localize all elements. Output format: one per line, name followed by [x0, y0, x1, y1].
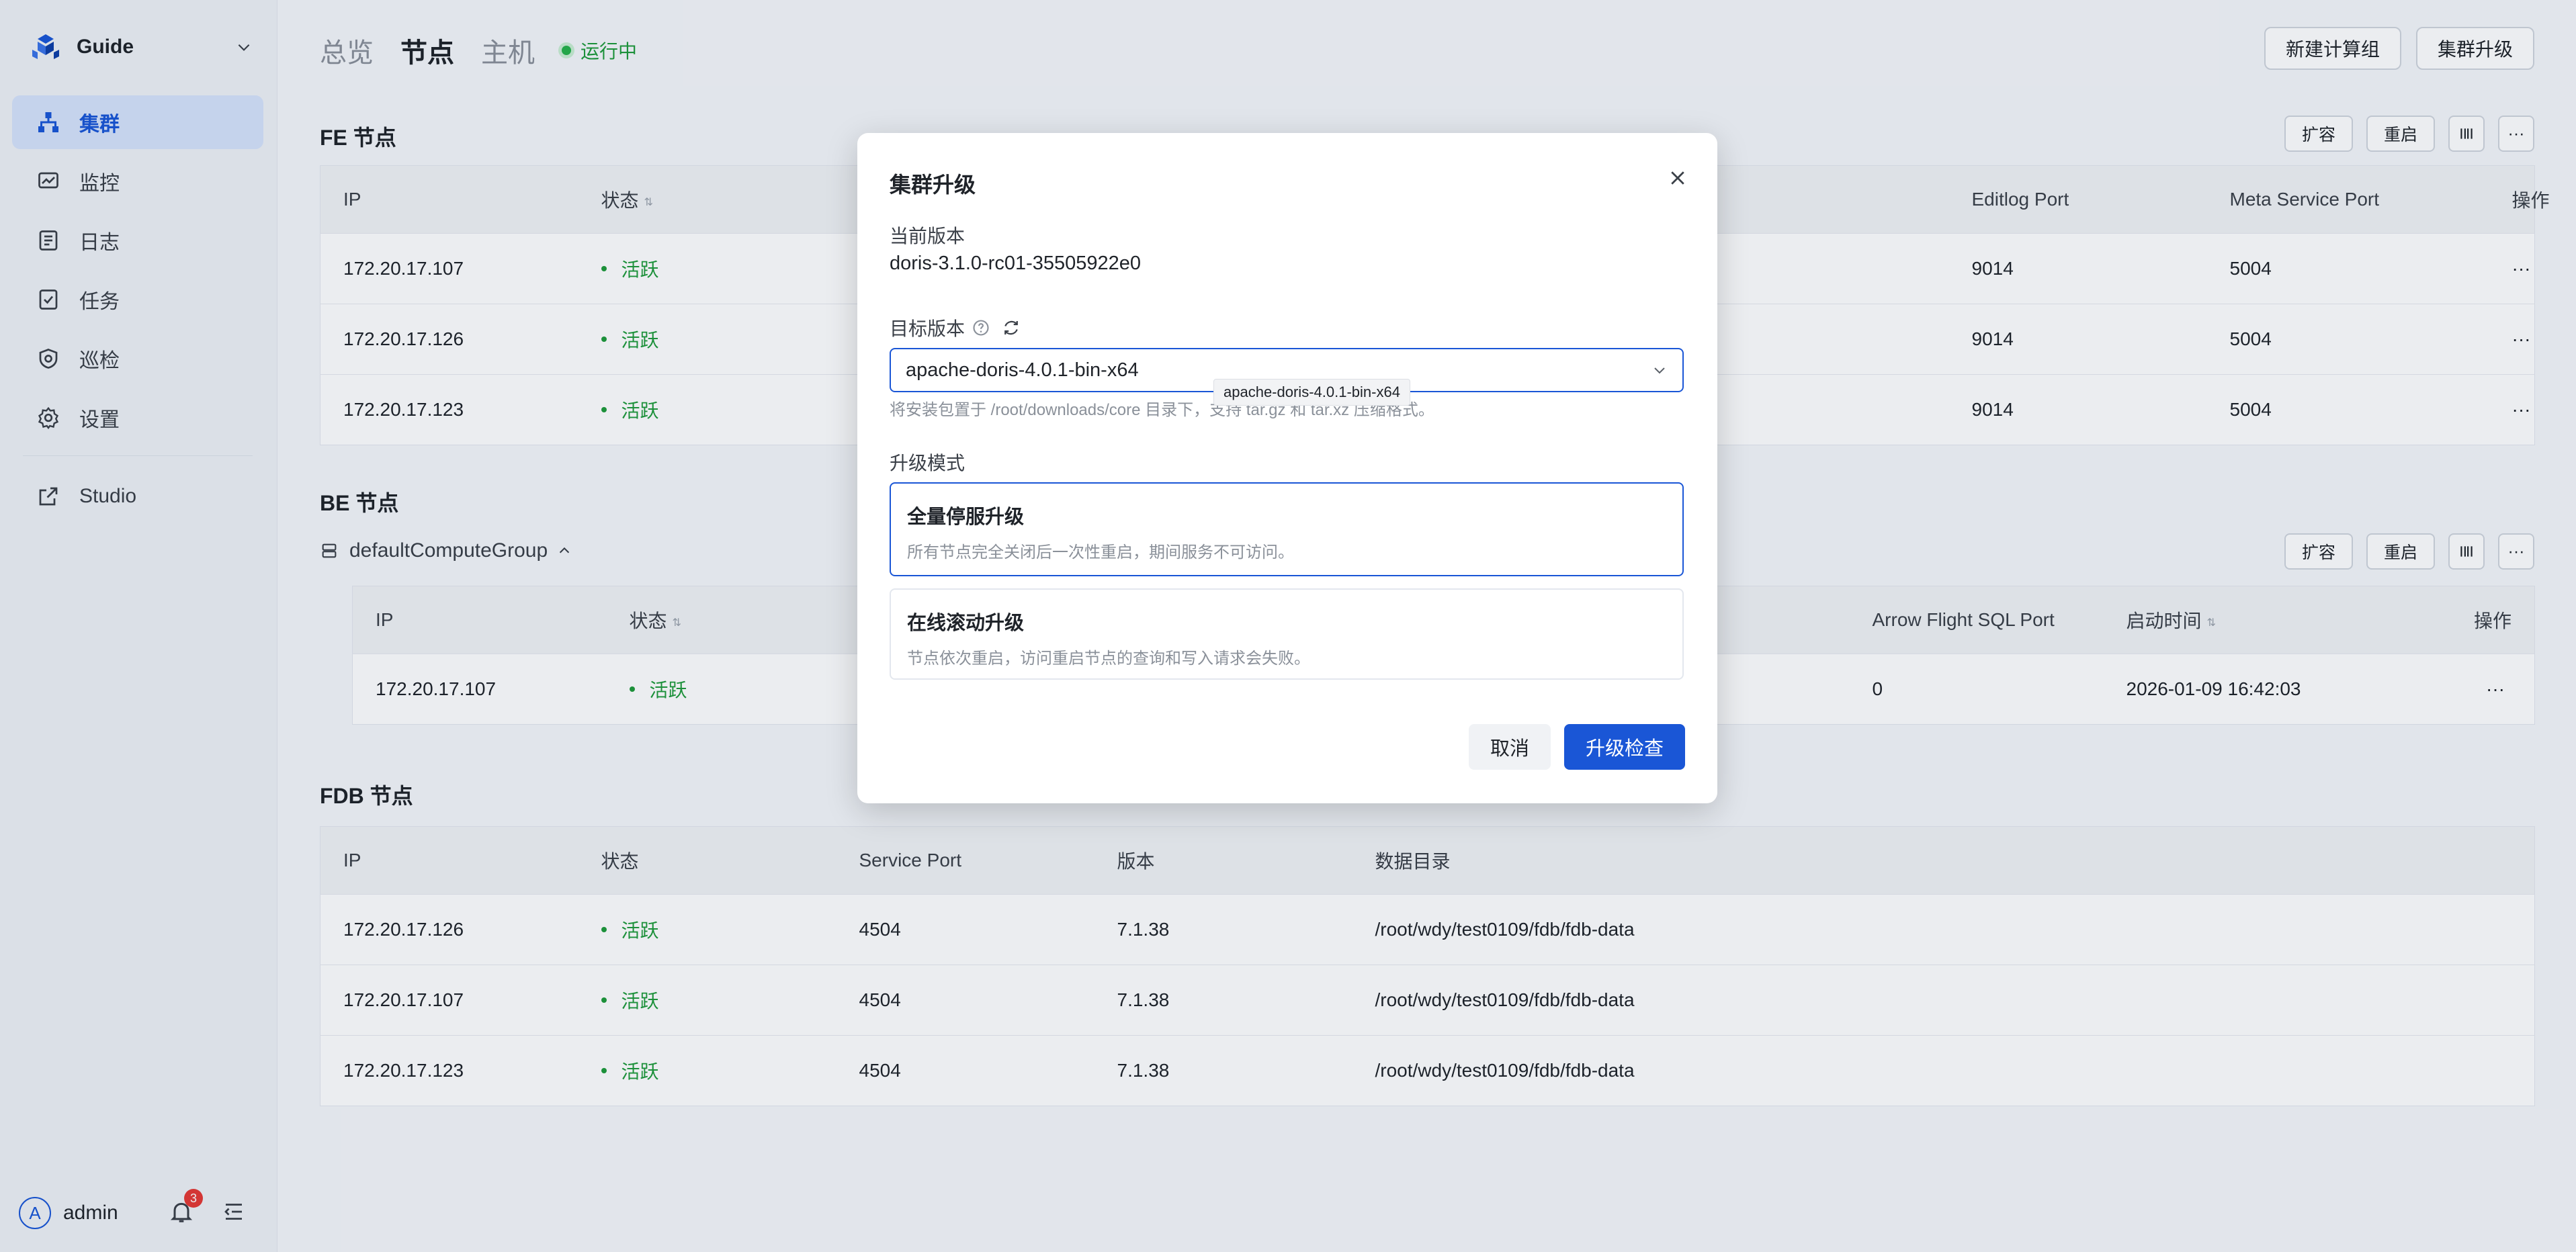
option-desc: 节点依次重启，访问重启节点的查询和写入请求会失败。: [907, 650, 1310, 668]
target-version-label: 目标版本: [890, 318, 965, 339]
current-version-value: doris-3.1.0-rc01-35505922e0: [890, 253, 1142, 274]
close-icon[interactable]: [1668, 168, 1688, 188]
dialog-footer: 取消 升级检查: [1468, 724, 1685, 770]
upgrade-mode-label: 升级模式: [890, 453, 965, 474]
upgrade-check-button[interactable]: 升级检查: [1563, 724, 1685, 770]
app-root: Guide 集群 监控 日志 任务 巡检 设置 Studio A admin 3…: [0, 0, 2576, 1252]
mode-option-rolling[interactable]: 在线滚动升级 节点依次重启，访问重启节点的查询和写入请求会失败。: [890, 588, 1684, 680]
dialog-title: 集群升级: [890, 173, 976, 197]
target-version-label-row: 目标版本: [890, 314, 1021, 341]
target-version-value: apache-doris-4.0.1-bin-x64: [906, 359, 1139, 381]
select-tooltip: apache-doris-4.0.1-bin-x64: [1213, 379, 1410, 406]
upgrade-dialog: 集群升级 当前版本 doris-3.1.0-rc01-35505922e0 目标…: [857, 133, 1717, 803]
help-icon[interactable]: [972, 318, 990, 337]
option-desc: 所有节点完全关闭后一次性重启，期间服务不可访问。: [907, 543, 1294, 562]
option-title: 在线滚动升级: [907, 613, 1025, 634]
current-version-label: 当前版本: [890, 226, 965, 247]
mode-option-full-stop[interactable]: 全量停服升级 所有节点完全关闭后一次性重启，期间服务不可访问。: [890, 482, 1684, 576]
chevron-down-icon: [1654, 367, 1665, 374]
option-title: 全量停服升级: [907, 506, 1025, 528]
cancel-button[interactable]: 取消: [1468, 724, 1551, 770]
refresh-icon[interactable]: [1001, 318, 1021, 338]
